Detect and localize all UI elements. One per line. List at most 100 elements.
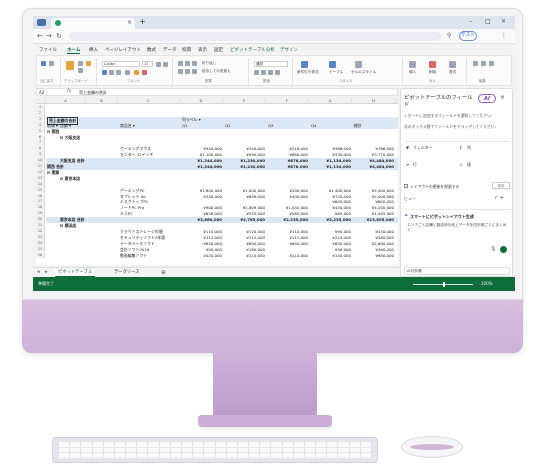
insert-cells-label[interactable]: 挿入 [409, 70, 416, 75]
value-cell[interactable]: ¥544,000 [180, 146, 222, 151]
select-all-corner[interactable] [36, 98, 46, 104]
tab-review[interactable]: 校閲 [182, 47, 191, 53]
value-cell[interactable]: ¥120,000 [223, 229, 265, 234]
value-cell[interactable]: ¥650,000 [309, 241, 351, 246]
value-cell[interactable]: ¥400,000 [266, 194, 308, 199]
value-cell[interactable]: ¥112,000 [266, 235, 308, 240]
name-box[interactable]: A2 [39, 90, 44, 95]
rows-area-label[interactable]: 行 [413, 162, 417, 168]
paste-icon[interactable] [66, 61, 74, 70]
format-cells-label[interactable]: 書式 [449, 70, 456, 75]
value-cell[interactable]: ¥3,770,000 [352, 152, 394, 157]
tab-pivot-analyze[interactable]: ピボットテーブル分析 [230, 47, 275, 53]
merge-center-button[interactable]: 結合して中央揃え [202, 69, 231, 74]
column-header[interactable]: H [352, 98, 396, 104]
value-cell[interactable]: ¥990,000 [223, 152, 265, 157]
tab-data[interactable]: データ [163, 47, 177, 53]
column-header[interactable]: G [309, 98, 352, 104]
ai-prompt-input[interactable]: エリアごと店舗と製品別の売上データを四半期ごとにまとめて [407, 223, 507, 233]
shrink-font-icon[interactable] [163, 62, 168, 67]
url-field[interactable] [69, 32, 441, 41]
value-cell[interactable]: ¥1,134,000 [309, 164, 351, 169]
new-tab-icon[interactable]: + [139, 17, 146, 26]
column-header[interactable]: D [180, 98, 223, 104]
format-painter-icon[interactable] [86, 61, 91, 66]
value-cell[interactable]: ¥560,000 [352, 235, 394, 240]
comma-icon[interactable] [268, 70, 273, 75]
align-center-icon[interactable] [185, 69, 190, 74]
underline-icon[interactable] [116, 70, 121, 75]
view-dropdown[interactable]: ビュー [404, 196, 415, 202]
value-cell[interactable]: ¥366,000 [309, 146, 351, 151]
value-cell[interactable]: ¥210,000 [266, 253, 308, 258]
maximize-icon[interactable]: □ [485, 18, 491, 25]
value-cell[interactable]: ¥649,000 [223, 194, 265, 199]
value-cell[interactable]: ¥876,000 [266, 164, 308, 169]
value-cell[interactable]: ¥876,000 [266, 158, 308, 163]
pane-footer-select[interactable]: AI分析要 [404, 267, 510, 275]
value-cell[interactable]: ¥980,000 [352, 253, 394, 258]
spreadsheet-grid[interactable]: A B C D E F G H I 1234売上金額の合計列ラベル ▾地域 ▾店… [36, 98, 398, 265]
delete-cells-icon[interactable] [429, 61, 436, 68]
font-size-select[interactable]: 11 [142, 61, 153, 67]
row-label-header[interactable]: 店舗 ▾ [60, 123, 71, 129]
sheet-nav-left-icon[interactable]: ◂ [37, 269, 40, 275]
redo-icon[interactable] [49, 61, 54, 66]
value-cell[interactable]: ¥2,600,000 [352, 241, 394, 246]
conditional-format-label[interactable]: 条件付き書式 [297, 70, 319, 75]
align-left-icon[interactable] [178, 69, 183, 74]
sheet-nav-right-icon[interactable]: ▸ [45, 269, 48, 275]
format-table-icon[interactable] [329, 61, 336, 68]
value-cell[interactable]: ¥90,000 [309, 247, 351, 252]
value-cell[interactable]: ¥1,000,000 [223, 188, 265, 193]
value-cell[interactable]: ¥240,000 [180, 194, 222, 199]
tab-file[interactable]: ファイル [39, 47, 57, 53]
column-header[interactable]: A [46, 98, 86, 104]
value-cell[interactable]: ¥13,895,000 [352, 217, 394, 222]
columns-area-label[interactable]: 列 [467, 145, 471, 151]
percent-icon[interactable] [261, 70, 266, 75]
value-cell[interactable]: ¥430,000 [352, 229, 394, 234]
forward-icon[interactable]: → [46, 32, 52, 40]
value-cell[interactable]: ¥110,000 [266, 229, 308, 234]
conditional-format-icon[interactable] [301, 61, 308, 68]
ai-button[interactable]: AI [478, 94, 496, 103]
value-cell[interactable]: ¥5,400,000 [352, 188, 394, 193]
gear-icon[interactable]: ✓ + [494, 195, 504, 201]
value-cell[interactable]: ¥1,244,000 [180, 158, 222, 163]
value-cell[interactable]: ¥660,000 [266, 152, 308, 157]
value-cell[interactable]: ¥90,000 [180, 247, 222, 252]
font-name-select[interactable]: Calibri [102, 61, 140, 67]
value-cell[interactable]: ¥330,000 [309, 152, 351, 157]
value-cell[interactable]: ¥1,800,000 [180, 188, 222, 193]
zoom-icon[interactable]: ⚲ [447, 32, 451, 39]
value-cell[interactable]: ¥4,765,000 [223, 217, 265, 222]
italic-icon[interactable] [109, 70, 114, 75]
minimize-icon[interactable]: – [469, 18, 472, 25]
tab-home[interactable]: ホーム [67, 47, 81, 54]
value-cell[interactable]: ¥1,050,000 [266, 205, 308, 210]
find-select-icon[interactable] [489, 61, 494, 66]
value-cell[interactable]: ¥4,484,000 [352, 164, 394, 169]
mic-icon[interactable]: 🎙 [490, 246, 496, 252]
value-cell[interactable]: ¥2,000,000 [352, 194, 394, 199]
cell-styles-icon[interactable] [355, 61, 362, 68]
copy-icon[interactable] [78, 68, 83, 73]
bold-icon[interactable] [102, 70, 107, 75]
tab-formulas[interactable]: 数式 [147, 47, 156, 53]
value-cell[interactable]: ¥600,000 [352, 199, 394, 204]
value-cell[interactable]: ¥600,000 [309, 199, 351, 204]
insert-cells-icon[interactable] [409, 61, 416, 68]
send-button[interactable] [500, 246, 507, 253]
fill-color-icon[interactable] [134, 70, 139, 75]
browser-tab[interactable]: × [51, 18, 135, 29]
value-cell[interactable]: ¥112,000 [180, 235, 222, 240]
currency-icon[interactable] [254, 70, 259, 75]
close-icon[interactable]: × [500, 94, 505, 101]
row-label[interactable]: ⊟ 横浜店 [60, 223, 76, 229]
profile-button[interactable]: テスト [459, 31, 477, 41]
fx-icon[interactable]: fx [67, 89, 71, 94]
value-cell[interactable]: ¥340,000 [223, 146, 265, 151]
font-color-icon[interactable] [142, 70, 147, 75]
value-cell[interactable]: ¥1,230,000 [223, 164, 265, 169]
